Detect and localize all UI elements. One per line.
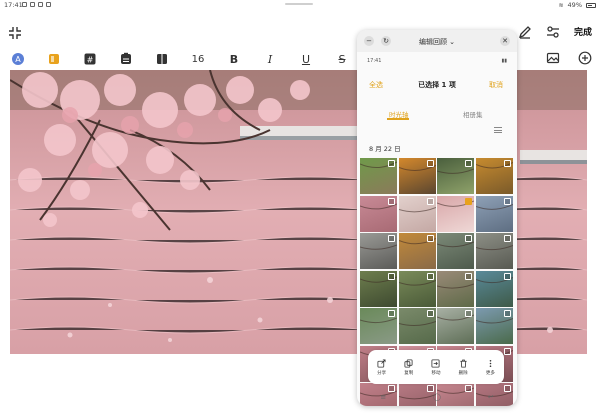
photo-thumbnail[interactable]	[360, 270, 397, 307]
italic-button[interactable]: I	[262, 51, 278, 67]
delete-button[interactable]: 删除	[459, 359, 468, 376]
checkbox[interactable]	[465, 160, 472, 167]
photo-thumbnail[interactable]	[437, 195, 474, 232]
format-toolbar: A # 16 B I U S	[10, 50, 370, 68]
checkbox[interactable]	[503, 310, 511, 317]
svg-text:A: A	[15, 55, 21, 64]
checkbox[interactable]	[465, 272, 472, 280]
add-icon[interactable]	[578, 50, 592, 65]
drag-handle[interactable]	[285, 3, 313, 5]
status-time: 17:41	[4, 1, 23, 9]
format-right	[546, 50, 592, 65]
sort-icon[interactable]	[494, 127, 502, 133]
photo-thumbnail[interactable]	[475, 158, 513, 194]
top-actions: 完成	[518, 24, 592, 39]
adjust-icon[interactable]	[546, 24, 560, 38]
checkbox[interactable]	[503, 235, 511, 242]
checkbox[interactable]	[426, 235, 434, 242]
home-nav-icon[interactable]: ◯	[433, 393, 441, 401]
checkbox[interactable]	[465, 235, 472, 242]
photo-thumbnail[interactable]	[475, 195, 513, 232]
photo-thumbnail[interactable]	[475, 308, 513, 344]
heading-icon[interactable]: #	[82, 51, 98, 67]
checkbox[interactable]	[426, 272, 434, 280]
checkbox[interactable]	[503, 347, 511, 355]
photo-thumbnail[interactable]	[437, 158, 474, 194]
status-icons	[22, 2, 51, 7]
checkbox[interactable]	[426, 160, 434, 167]
photo-thumbnail[interactable]	[437, 308, 474, 344]
date-header: 8 月 22 日	[369, 145, 401, 153]
photo-thumbnail[interactable]	[475, 270, 513, 307]
cancel-button[interactable]: 取消	[489, 80, 503, 90]
move-button[interactable]: 移动	[431, 358, 440, 376]
pen-icon[interactable]	[518, 24, 532, 39]
checkbox[interactable]	[426, 310, 434, 317]
action-bar: 分享 复制 移动 删除 更多	[368, 350, 504, 384]
tab-indicator	[387, 118, 409, 120]
wifi-icon: ≋	[558, 1, 564, 9]
gallery-picker-panel: − ↻ 编辑回顾 ⌄ ✕ 17:41 ▮▮ 全选 已选择 1 项 取消 时光轴 …	[357, 30, 517, 406]
checkbox[interactable]	[426, 197, 434, 205]
status-right: ≋ 49%	[559, 1, 596, 9]
checkbox[interactable]	[388, 160, 395, 167]
checkbox[interactable]	[388, 272, 395, 280]
photo-thumbnail[interactable]	[398, 158, 436, 194]
template-icon[interactable]	[154, 51, 170, 67]
panel-status-time: 17:41	[367, 58, 382, 64]
more-button[interactable]: 更多	[486, 359, 495, 376]
photo-thumbnail[interactable]	[360, 195, 397, 232]
back-nav-icon[interactable]: ↩	[488, 393, 494, 401]
image-icon[interactable]	[546, 50, 560, 64]
checkbox[interactable]	[388, 310, 395, 317]
photo-thumbnail[interactable]	[398, 270, 436, 307]
checkbox[interactable]	[388, 197, 395, 205]
photo-thumbnail[interactable]	[437, 233, 474, 269]
status-bar: 17:41 ≋ 49%	[0, 0, 600, 12]
menu-nav-icon[interactable]: ≡	[380, 393, 386, 401]
navigation-bar: ≡ ◯ ↩	[357, 390, 517, 404]
bold-button[interactable]: B	[226, 51, 242, 67]
checkbox[interactable]	[503, 160, 511, 167]
photo-thumbnail[interactable]	[475, 233, 513, 269]
photo-thumbnail[interactable]	[360, 308, 397, 344]
svg-text:#: #	[87, 56, 94, 65]
close-icon[interactable]: ✕	[500, 36, 510, 46]
panel-status-icons: ▮▮	[501, 58, 507, 64]
panel-title[interactable]: 编辑回顾 ⌄	[357, 37, 517, 47]
photo-thumbnail[interactable]	[398, 195, 436, 232]
checkbox[interactable]	[503, 197, 511, 205]
style-icon[interactable]	[46, 51, 62, 67]
checklist-icon[interactable]	[118, 51, 134, 67]
strikethrough-button[interactable]: S	[334, 51, 350, 67]
checkbox[interactable]	[388, 235, 395, 242]
photo-thumbnail[interactable]	[398, 233, 436, 269]
underline-button[interactable]: U	[298, 51, 314, 67]
font-size-button[interactable]: 16	[190, 51, 206, 67]
battery-level: 49%	[567, 1, 582, 9]
ai-assist-icon[interactable]: A	[10, 51, 26, 67]
collapse-icon[interactable]	[8, 25, 22, 39]
copy-button[interactable]: 复制	[404, 358, 413, 376]
battery-icon	[586, 2, 596, 8]
checkbox-checked[interactable]	[465, 197, 472, 205]
photo-thumbnail[interactable]	[437, 270, 474, 307]
checkbox[interactable]	[465, 310, 472, 317]
checkbox[interactable]	[503, 272, 511, 280]
tab-albums[interactable]: 相册集	[463, 109, 483, 119]
photo-thumbnail[interactable]	[360, 158, 397, 194]
photo-thumbnail[interactable]	[398, 308, 436, 344]
done-button[interactable]: 完成	[574, 25, 592, 38]
photo-thumbnail[interactable]	[360, 233, 397, 269]
share-button[interactable]: 分享	[377, 358, 386, 376]
